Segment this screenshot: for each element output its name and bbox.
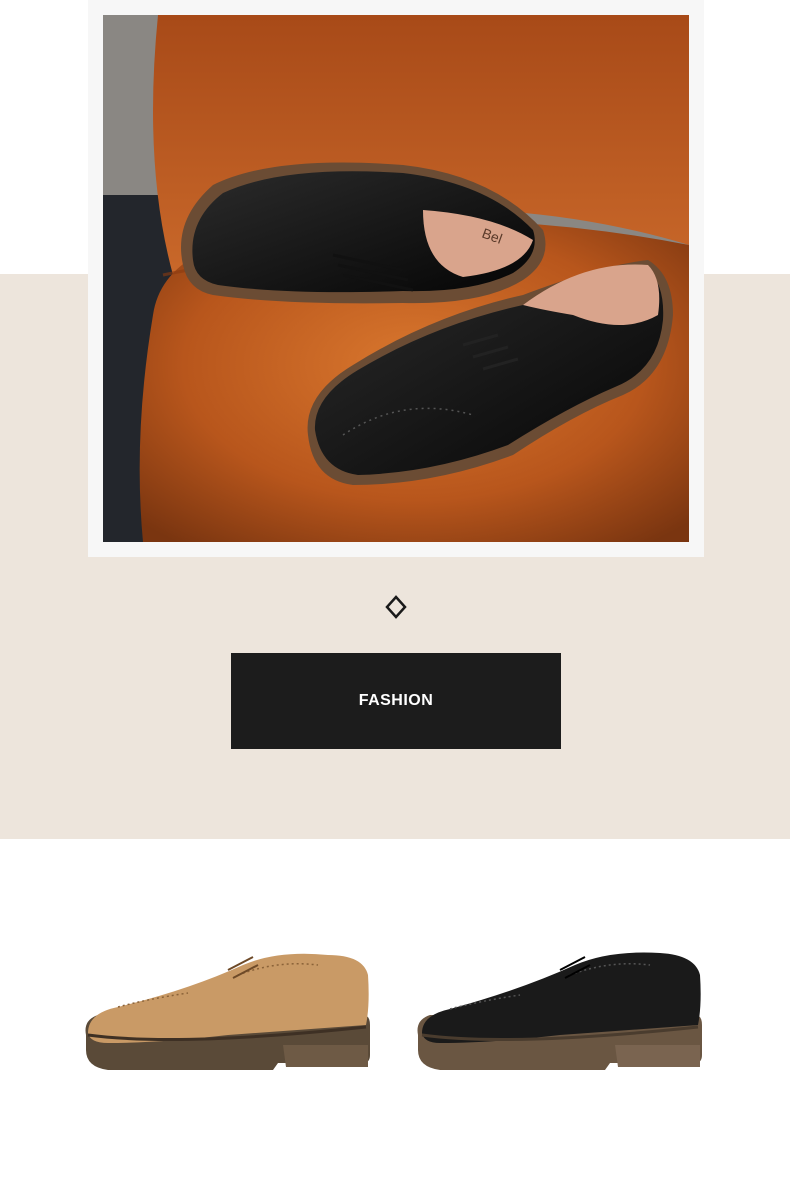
fashion-button[interactable]: FASHION [231, 653, 561, 749]
diamond-outline-icon [385, 595, 407, 619]
product-tan-brogue-oxford[interactable] [78, 935, 378, 1080]
hero-photo: Bel [103, 15, 689, 542]
fashion-button-label: FASHION [358, 692, 434, 709]
product-black-brogue-oxford[interactable] [410, 935, 710, 1080]
